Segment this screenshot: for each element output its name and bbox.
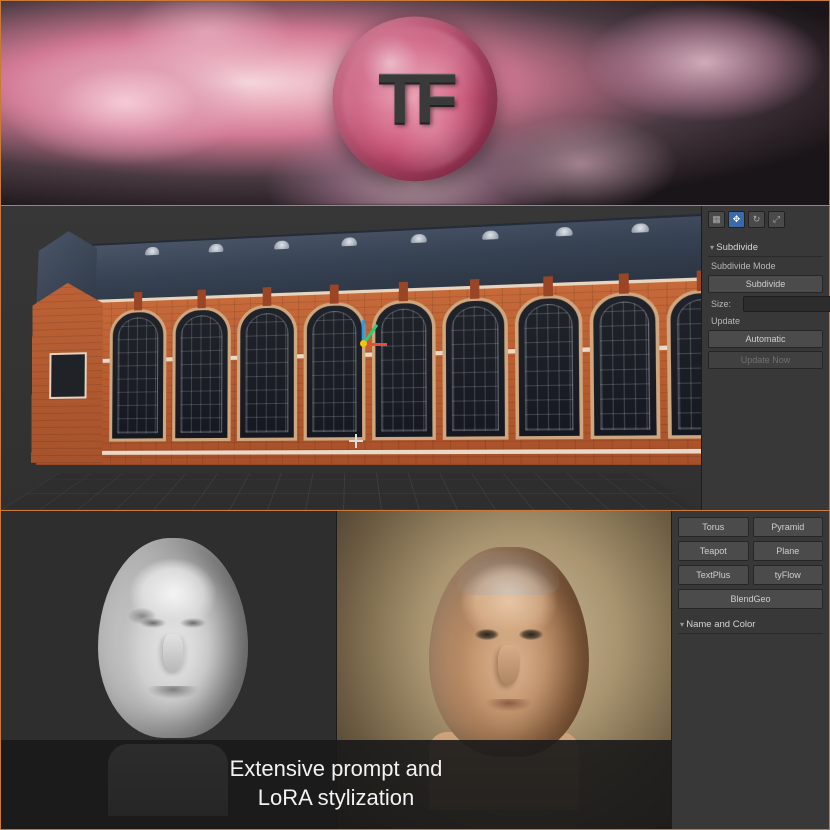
logo-banner-panel: TF [1,1,829,206]
sidebar-tool-icons: ▦ ✥ ↻ ⤢ [708,211,823,228]
section-name-color-title[interactable]: Name and Color [678,616,823,634]
sculpt-head [98,538,248,738]
size-input[interactable] [743,296,830,312]
viewport-panel: ▦ ✥ ↻ ⤢ Subdivide Subdivide Mode Subdivi… [1,206,829,511]
sculpt-eye-right [180,618,206,628]
size-label: Size: [708,298,738,310]
building-window [442,297,508,440]
sculpt-eye-left [140,618,166,628]
photo-eye-right [519,629,543,640]
plane-button[interactable]: Plane [753,541,824,561]
section-subdivide-title[interactable]: Subdivide [708,239,823,257]
building-window [666,289,701,439]
textplus-button[interactable]: TextPlus [678,565,749,585]
gizmo-origin[interactable] [360,340,367,347]
tool-move-icon[interactable]: ✥ [728,211,745,228]
tool-rotate-icon[interactable]: ↻ [748,211,765,228]
caption-overlay: Extensive prompt and LoRA stylization [1,740,671,829]
roof-skylight [145,247,160,256]
building-gable [31,281,103,463]
update-label: Update [708,315,823,327]
cursor-crosshair-icon [349,434,363,448]
viewport-sidebar: ▦ ✥ ↻ ⤢ Subdivide Subdivide Mode Subdivi… [701,206,829,510]
torus-button[interactable]: Torus [678,517,749,537]
faces-sidebar: Torus Pyramid Teapot Plane TextPlus tyFl… [671,511,829,829]
blendgeo-button[interactable]: BlendGeo [678,589,823,609]
tool-select-icon[interactable]: ▦ [708,211,725,228]
photo-nose [498,645,520,685]
caption-line-2: LoRA stylization [258,785,415,810]
update-mode-button[interactable]: Automatic [708,330,823,348]
sculpt-mouth [145,686,201,700]
logo-glyph: TF [378,59,452,139]
sculpt-nose [163,634,183,672]
roof-skylight [411,234,427,243]
photo-hair [457,551,559,595]
tyflow-button[interactable]: tyFlow [753,565,824,585]
building-wall [36,275,701,465]
viewport-3d[interactable] [1,206,701,510]
subdivide-button[interactable]: Subdivide [708,275,823,293]
faces-panel: Torus Pyramid Teapot Plane TextPlus tyFl… [1,511,829,829]
update-now-button[interactable]: Update Now [708,351,823,369]
logo-orb: TF [333,16,498,181]
building-window [589,291,660,439]
roof-skylight [274,240,289,249]
tool-scale-icon[interactable]: ⤢ [768,211,785,228]
photo-face [429,547,589,757]
teapot-button[interactable]: Teapot [678,541,749,561]
wall-band [36,449,701,455]
roof-skylight [341,237,357,246]
roof-skylight [209,244,224,253]
roof-skylight [631,223,649,233]
transform-gizmo[interactable] [341,321,389,369]
size-row: Size: [708,296,823,312]
roof-skylight [482,230,499,239]
roof-skylight [556,227,573,237]
building-window [237,304,297,441]
viewport-grid [1,473,701,510]
building-window [515,294,584,440]
subdivide-mode-label: Subdivide Mode [708,260,823,272]
pyramid-button[interactable]: Pyramid [753,517,824,537]
photo-eye-left [475,629,499,640]
photo-mouth [482,699,536,713]
composite-container: TF ▦ ✥ [0,0,830,830]
primitive-button-grid: Torus Pyramid Teapot Plane TextPlus tyFl… [678,517,823,609]
building-window [172,306,231,441]
building-window [109,308,166,441]
caption-line-1: Extensive prompt and [230,756,443,781]
